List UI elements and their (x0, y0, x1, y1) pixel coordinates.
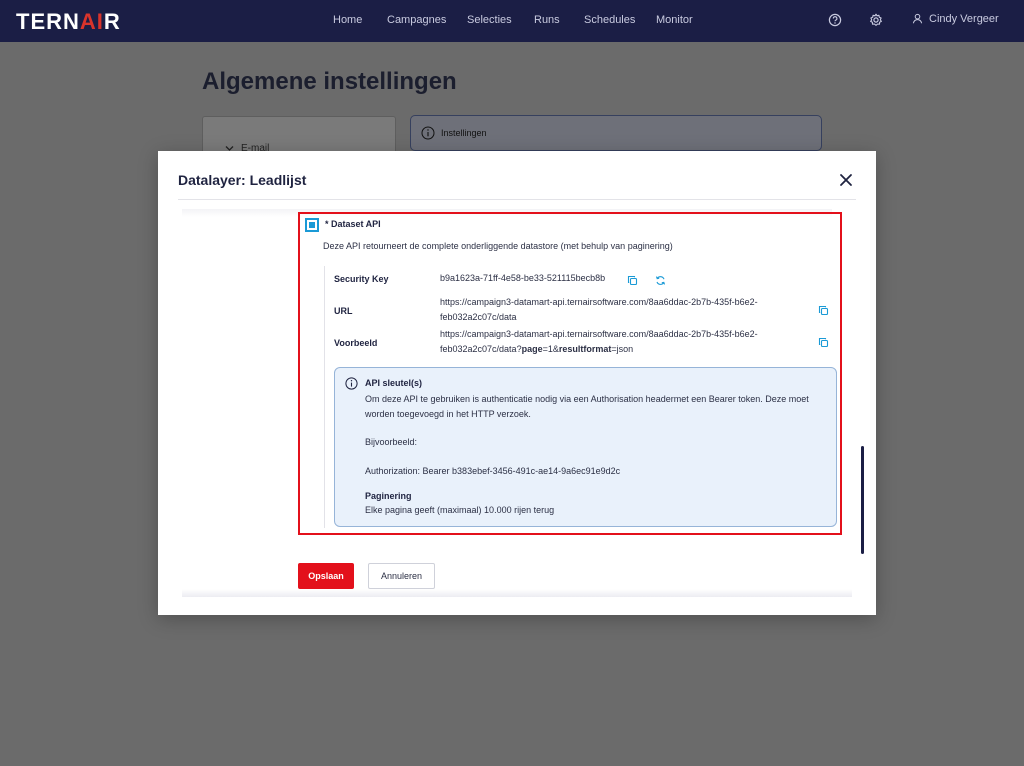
close-icon[interactable] (838, 172, 854, 188)
nav-item-selecties[interactable]: Selecties (467, 14, 512, 26)
api-key-info-box: API sleutel(s) Om deze API te gebruiken … (334, 367, 837, 527)
example-url-prefix: feb032a2c07c/data? (440, 344, 522, 354)
info-icon (421, 126, 435, 140)
dataset-api-title: * Dataset API (325, 219, 381, 229)
help-icon[interactable] (828, 13, 842, 27)
api-key-title: API sleutel(s) (365, 378, 423, 388)
authorization-example: Authorization: Bearer b383ebef-3456-491c… (365, 466, 621, 476)
settings-nav-card: E-mail (202, 116, 396, 154)
example-url-suffix: =json (611, 344, 634, 354)
info-icon (345, 377, 358, 390)
url-value: https://campaign3-datamart-api.ternairso… (440, 295, 758, 325)
paging-text: Elke pagina geeft (maximaal) 10.000 rije… (365, 505, 555, 515)
example-value: https://campaign3-datamart-api.ternairso… (440, 327, 758, 357)
paging-title: Paginering (365, 491, 412, 501)
modal-title: Datalayer: Leadlijst (178, 172, 307, 188)
dataset-api-description: Deze API retourneert de complete onderli… (323, 241, 673, 251)
example-param-resultformat: resultformat (558, 344, 612, 354)
ternair-logo[interactable]: TERNAIR (16, 9, 121, 35)
example-value-line-1: https://campaign3-datamart-api.ternairso… (440, 329, 758, 339)
security-key-label: Security Key (334, 274, 389, 284)
example-value-line-2: feb032a2c07c/data?page=1&resultformat=js… (440, 342, 758, 357)
dataset-api-section: * Dataset API Deze API retourneert de co… (298, 212, 842, 535)
modal-scrollbar[interactable] (861, 446, 864, 554)
url-label: URL (334, 306, 353, 316)
copy-icon[interactable] (818, 337, 829, 348)
nav-item-runs[interactable]: Runs (534, 14, 560, 26)
datalayer-modal: Datalayer: Leadlijst * Dataset API Deze … (158, 151, 876, 615)
api-key-text: Om deze API te gebruiken is authenticati… (365, 394, 809, 419)
page-title: Algemene instellingen (202, 68, 457, 95)
url-value-line-1: https://campaign3-datamart-api.ternairso… (440, 297, 758, 307)
bottom-shadow (182, 589, 852, 597)
example-url-middle: =1& (542, 344, 559, 354)
logo-text-part-1: TERN (16, 9, 80, 34)
copy-icon[interactable] (818, 305, 829, 316)
nav-item-schedules[interactable]: Schedules (584, 14, 635, 26)
modal-header-divider (178, 199, 856, 200)
save-button[interactable]: Opslaan (298, 563, 354, 589)
url-value-line-2: feb032a2c07c/data (440, 312, 517, 322)
section-indent-line (324, 266, 325, 528)
top-navigation-bar: TERNAIR Home Campagnes Selecties Runs Sc… (0, 0, 1024, 42)
dataset-api-checkbox[interactable] (305, 218, 319, 232)
example-param-page: page (521, 344, 543, 354)
nav-item-monitor[interactable]: Monitor (656, 14, 693, 26)
security-key-value: b9a1623a-71ff-4e58-be33-521115becb8b (440, 273, 606, 283)
nav-item-campagnes[interactable]: Campagnes (387, 14, 446, 26)
example-heading: Bijvoorbeeld: (365, 437, 418, 447)
nav-item-home[interactable]: Home (333, 14, 362, 26)
user-name: Cindy Vergeer (929, 13, 999, 25)
logo-text-accent: AI (79, 9, 104, 34)
settings-icon[interactable] (869, 13, 883, 27)
settings-info-card: Instellingen (410, 115, 822, 151)
example-label: Voorbeeld (334, 338, 378, 348)
copy-icon[interactable] (627, 275, 638, 286)
cancel-button[interactable]: Annuleren (368, 563, 435, 589)
logo-text-part-3: R (103, 9, 121, 34)
user-icon (912, 13, 923, 24)
refresh-icon[interactable] (655, 275, 666, 286)
info-card-label: Instellingen (441, 128, 487, 138)
user-menu[interactable]: Cindy Vergeer (912, 13, 999, 25)
